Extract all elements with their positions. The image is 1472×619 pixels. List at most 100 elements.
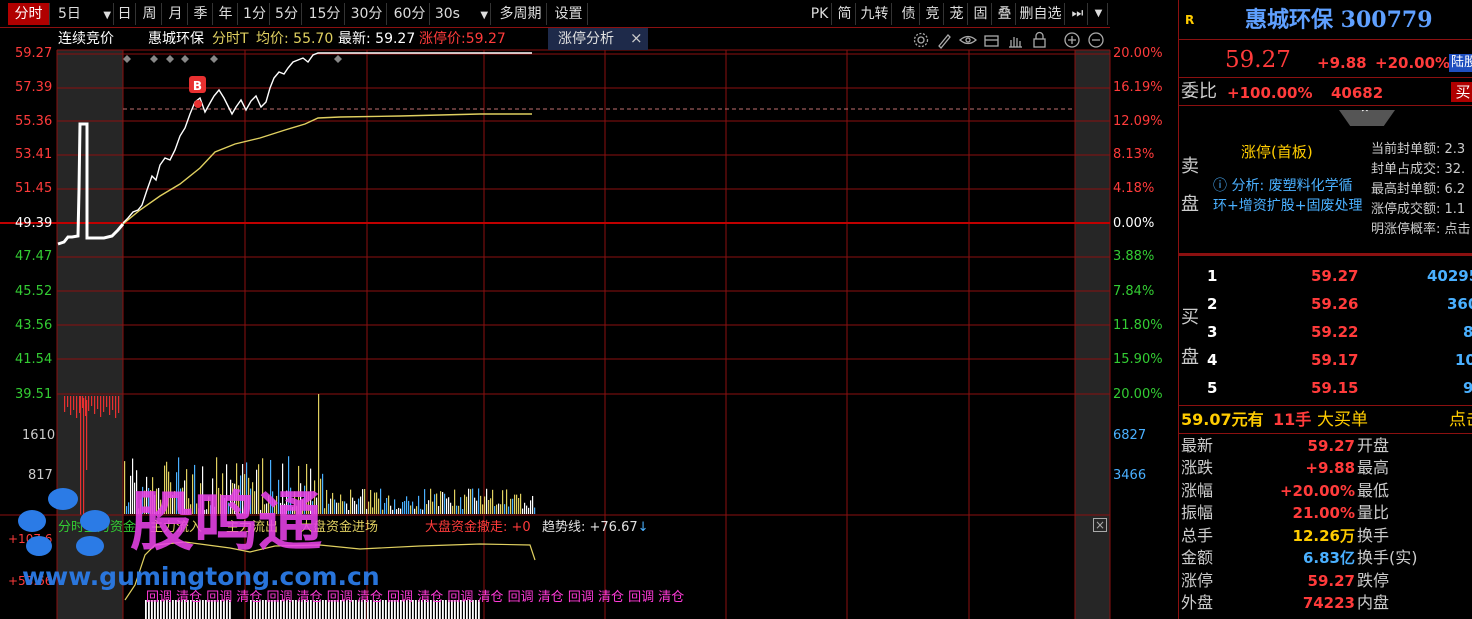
volume-bar — [498, 503, 500, 514]
tab-week[interactable]: 周 — [138, 3, 162, 25]
tab-day[interactable]: 日 — [114, 3, 136, 25]
tab-15min[interactable]: 15分 — [305, 3, 345, 25]
simple-button[interactable]: 简 — [834, 3, 856, 25]
axis-label: 59.27 — [15, 46, 53, 61]
tab-60min[interactable]: 60分 — [390, 3, 430, 25]
axis-label: 53.41 — [15, 147, 53, 162]
stat-row: 总手 12.26万 换手 — [1181, 526, 1390, 545]
overlay-button[interactable]: 叠 — [994, 3, 1016, 25]
axis-label: 20.00% — [1113, 46, 1163, 61]
buy-marker[interactable]: B — [189, 76, 206, 108]
tab-multi-period[interactable]: 多周期 — [495, 3, 547, 25]
axis-label: 55.36 — [15, 114, 53, 129]
latest-price-label: 最新: 59.27 — [338, 31, 416, 47]
box-icon[interactable] — [984, 35, 999, 47]
axis-label: 7.84% — [1113, 284, 1155, 299]
watermark: 股鸣通 www.gumingtong.com.cn — [18, 488, 458, 598]
axis-label: 11.80% — [1113, 318, 1163, 333]
axis-label: 817 — [28, 468, 53, 483]
price-change-pct: +20.00% — [1375, 54, 1451, 72]
limit-analysis[interactable]: ⓘ 分析: 废塑料化学循环+增资扩股+固废处理 — [1213, 176, 1363, 216]
volume-bar — [530, 500, 532, 514]
close-icon[interactable]: × — [630, 30, 643, 46]
tab-limit-analysis[interactable]: 涨停分析 × — [548, 28, 648, 50]
eye-icon[interactable] — [959, 35, 977, 45]
auction-button[interactable]: 竞 — [922, 3, 944, 25]
tab-month[interactable]: 月 — [164, 3, 188, 25]
seal-stat: 当前封单额: 2.3 — [1371, 142, 1466, 157]
svg-text:B: B — [193, 79, 202, 93]
chevron-down-icon[interactable]: ▼ — [1090, 3, 1108, 25]
close-icon[interactable]: × — [1093, 518, 1107, 532]
dragon-button[interactable]: 茏 — [946, 3, 968, 25]
bid-row[interactable]: 3 59.22 8 — [1179, 320, 1472, 346]
stat-row: 涨跌 +9.88 最高 — [1181, 458, 1390, 477]
axis-label: 16.19% — [1113, 80, 1163, 95]
volume-bar — [490, 498, 492, 514]
hand-icon[interactable] — [1009, 37, 1022, 48]
pk-button[interactable]: PK — [808, 3, 832, 25]
zoom-out-icon[interactable] — [1088, 32, 1104, 48]
settings-button[interactable]: 设置 — [550, 3, 588, 25]
tab-5day[interactable]: 5日 ▼ — [56, 3, 114, 25]
stat-row: 外盘 74223 内盘 — [1181, 593, 1390, 612]
event-diamonds[interactable] — [123, 55, 342, 63]
axis-label: 6827 — [1113, 428, 1147, 443]
tab-year[interactable]: 年 — [214, 3, 238, 25]
big-order-row[interactable]: 59.07元有 11手 大买单 点击 — [1179, 406, 1472, 434]
last-page-icon[interactable]: ⏭ — [1068, 3, 1088, 25]
axis-label: 0.00% — [1113, 216, 1155, 231]
bid-book: 买 盘 1 59.27 40295 2 59.26 360 3 59.22 8 … — [1179, 262, 1472, 406]
tab-1min[interactable]: 1分 — [240, 3, 270, 25]
axis-label: 43.56 — [15, 318, 53, 333]
lock-icon[interactable] — [1033, 31, 1046, 48]
pin-button[interactable]: 固 — [970, 3, 992, 25]
bid-row[interactable]: 2 59.26 360 — [1179, 292, 1472, 318]
volume-bar — [64, 396, 66, 412]
period-toolbar: 分时 5日 ▼ 日 周 月 季 年 1分 5分 15分 30分 60分 30s … — [0, 0, 1110, 28]
weibi-pct: +100.00% — [1227, 84, 1313, 102]
zoom-in-icon[interactable] — [1064, 32, 1080, 48]
connect-tag[interactable]: 陆股 — [1449, 54, 1472, 72]
volume-bar — [526, 505, 528, 514]
gear-icon[interactable] — [913, 32, 929, 48]
seal-stat[interactable]: 明涨停概率: 点击 — [1371, 220, 1471, 240]
stat-row: 金额 6.83亿 换手(实) — [1181, 548, 1418, 567]
remove-watchlist-button[interactable]: 删自选 — [1017, 3, 1065, 25]
seal-stat: 涨停成交额: 1.1 — [1371, 202, 1466, 217]
volume-bar — [488, 499, 490, 514]
volume-bar — [522, 508, 524, 514]
volume-bar — [472, 488, 474, 514]
nine-turn-button[interactable]: 九转 — [858, 3, 892, 25]
chart-type[interactable]: 分时T — [212, 31, 249, 47]
collapse-tab[interactable]: ⌃ — [1339, 110, 1395, 126]
bond-button[interactable]: 债 — [898, 3, 920, 25]
volume-bar — [91, 396, 93, 406]
logo-icon — [18, 488, 118, 558]
chart-tools — [913, 31, 1104, 49]
tab-quarter[interactable]: 季 — [189, 3, 213, 25]
brush-icon[interactable] — [938, 34, 951, 49]
bid-row[interactable]: 4 59.17 10 — [1179, 348, 1472, 374]
volume-bar — [462, 509, 464, 514]
stat-row: 涨幅 +20.00% 最低 — [1181, 481, 1390, 500]
tab-30min[interactable]: 30分 — [347, 3, 387, 25]
tab-5min[interactable]: 5分 — [272, 3, 302, 25]
volume-bar — [500, 504, 502, 514]
axis-label: 15.90% — [1113, 352, 1163, 367]
axis-label: 39.51 — [15, 387, 53, 402]
volume-bar — [486, 488, 488, 514]
volume-bar — [88, 396, 90, 411]
volume-bar — [458, 505, 460, 514]
volume-bar — [466, 496, 468, 514]
tab-intraday[interactable]: 分时 — [8, 3, 50, 25]
buy-button[interactable]: 买 — [1451, 82, 1472, 102]
volume-bar — [67, 396, 69, 407]
volume-bar — [502, 490, 504, 514]
bid-row[interactable]: 5 59.15 9 — [1179, 376, 1472, 402]
volume-bar — [506, 489, 508, 514]
bid-row[interactable]: 1 59.27 40295 — [1179, 264, 1472, 290]
volume-bar — [518, 498, 520, 514]
tab-30s[interactable]: 30s ▼ — [433, 3, 491, 25]
stock-title[interactable]: 惠城环保 300779 — [1245, 6, 1433, 34]
